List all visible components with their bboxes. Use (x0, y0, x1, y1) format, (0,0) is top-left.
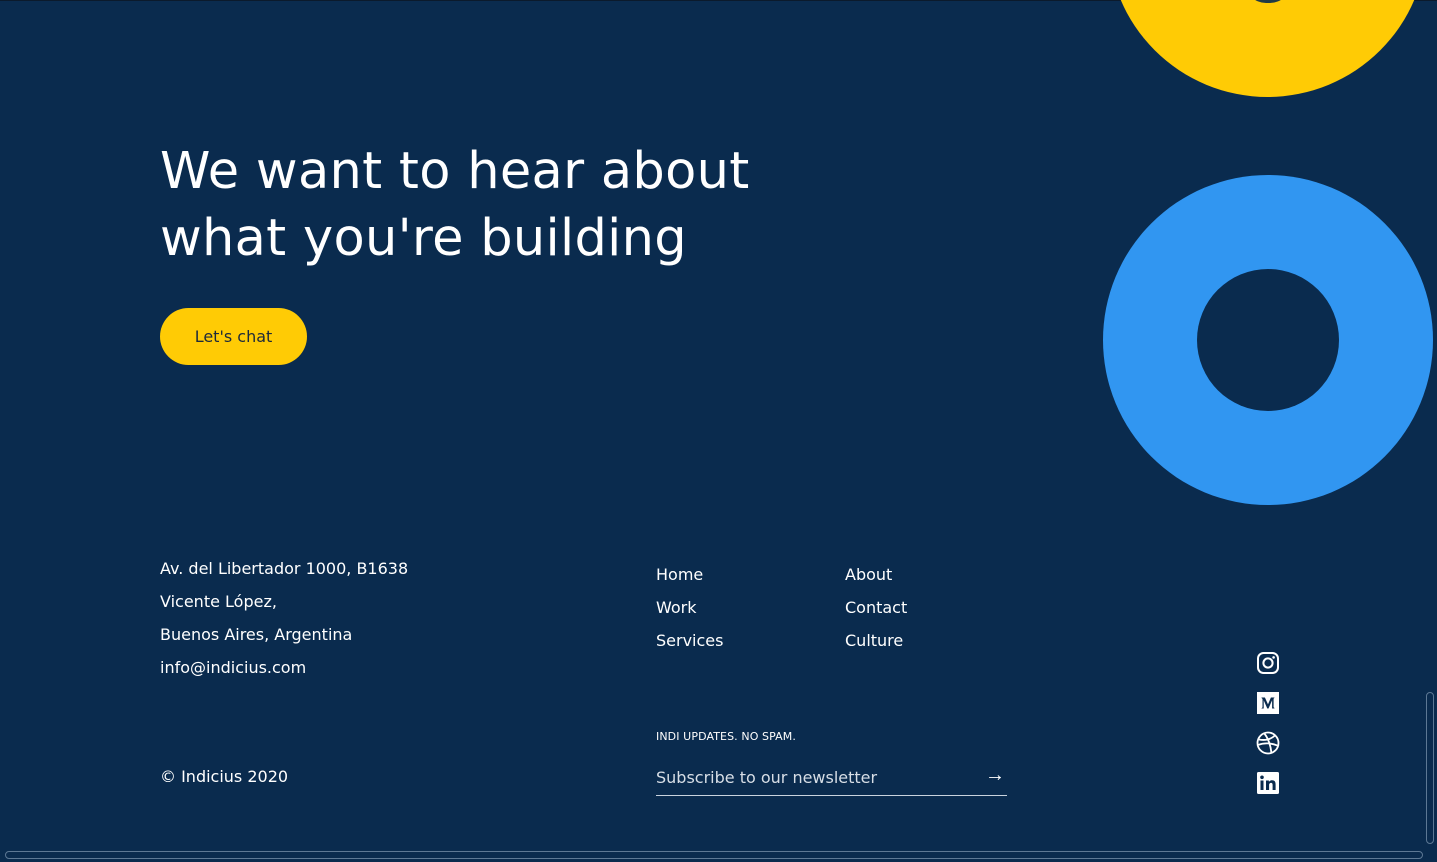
instagram-icon[interactable] (1256, 651, 1280, 675)
contact-email[interactable]: info@indicius.com (160, 651, 408, 684)
hero-headline-line1: We want to hear about (160, 142, 750, 201)
vertical-scrollbar[interactable] (1426, 692, 1434, 844)
lets-chat-button[interactable]: Let's chat (160, 308, 307, 365)
address-line1: Av. del Libertador 1000, B1638 (160, 559, 409, 578)
address-line2: Vicente López, (160, 592, 277, 611)
decorative-blue-ring-hole (1197, 269, 1339, 411)
newsletter-submit-arrow-icon[interactable]: → (983, 762, 1007, 788)
hero-headline: We want to hear about what you're buildi… (160, 138, 800, 272)
address-line3: Buenos Aires, Argentina (160, 625, 353, 644)
contact-address: Av. del Libertador 1000, B1638 Vicente L… (160, 552, 408, 684)
hero-headline-line2: what you're building (160, 209, 687, 268)
decorative-blue-ring (1103, 175, 1433, 505)
linkedin-icon[interactable] (1256, 771, 1280, 795)
nav-link-culture[interactable]: Culture (845, 624, 907, 657)
dribbble-icon[interactable] (1256, 731, 1280, 755)
footer-nav-column-1: Home Work Services (656, 558, 723, 657)
newsletter-email-input[interactable] (656, 762, 976, 792)
copyright-text: © Indicius 2020 (160, 767, 289, 786)
nav-link-about[interactable]: About (845, 558, 907, 591)
footer-nav-column-2: About Contact Culture (845, 558, 907, 657)
nav-link-work[interactable]: Work (656, 591, 723, 624)
newsletter-label: INDI UPDATES. NO SPAM. (656, 730, 796, 743)
newsletter-form: → (656, 762, 1007, 796)
medium-icon[interactable] (1256, 691, 1280, 715)
horizontal-scrollbar[interactable] (5, 851, 1423, 859)
nav-link-services[interactable]: Services (656, 624, 723, 657)
decorative-yellow-circle (1108, 0, 1427, 97)
social-links (1256, 651, 1280, 811)
nav-link-contact[interactable]: Contact (845, 591, 907, 624)
nav-link-home[interactable]: Home (656, 558, 723, 591)
